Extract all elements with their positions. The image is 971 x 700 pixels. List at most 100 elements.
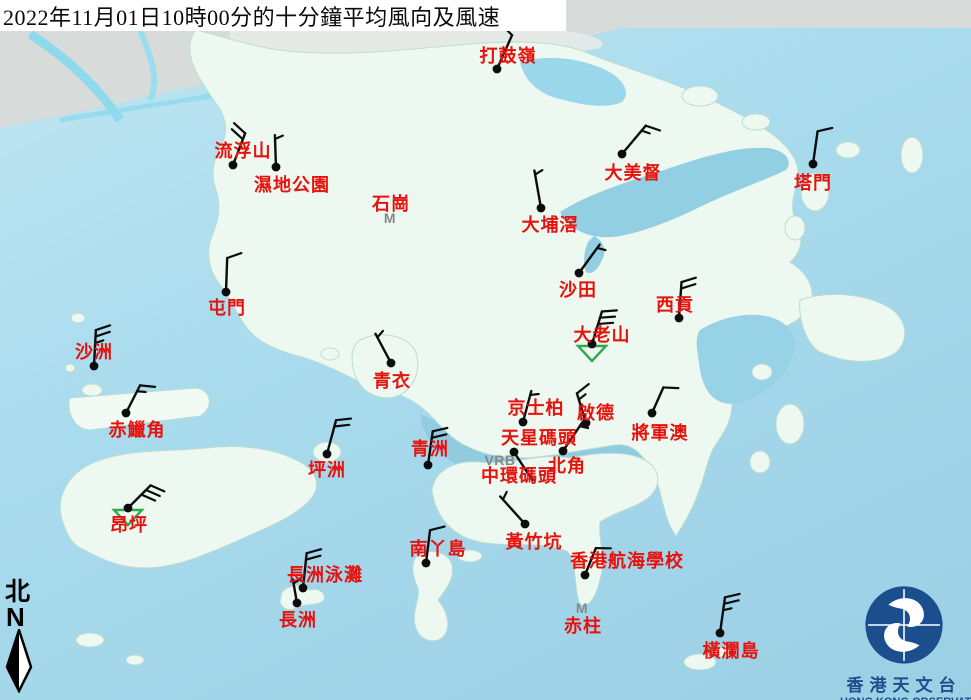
wind-barb-feather-lamma-island: [430, 527, 445, 531]
hko-logo-name-zh: 香港天文台: [840, 671, 968, 696]
hko-logo-block: 香港天文台 HONG KONG OBSERVATORY: [840, 586, 968, 700]
station-tai-po-kau: [534, 170, 545, 212]
wind-barb-stem-green-island: [428, 431, 433, 465]
station-dot-star-ferry: [510, 448, 519, 457]
station-wong-chuk-hang: [500, 492, 529, 529]
station-dot-hk-sea-school: [581, 571, 590, 580]
station-lau-fau-shan: [229, 123, 246, 169]
wind-barb-feather-tates-cairn: [600, 317, 615, 318]
wind-barb-stem-wong-chuk-hang: [500, 497, 525, 524]
station-tseung-kwan-o: [648, 387, 679, 417]
wind-barb-feather-cheung-chau-beach: [306, 556, 320, 560]
wind-barb-feather-tuen-mun: [227, 253, 241, 258]
station-dot-ta-kwu-ling: [493, 65, 502, 74]
station-tates-cairn: [578, 310, 617, 361]
wind-barb-feather-sha-chau: [96, 332, 110, 337]
station-sha-tin: [575, 245, 606, 278]
station-dot-tuen-mun: [222, 288, 231, 297]
station-tsing-yi: [376, 331, 396, 367]
map-title: 2022年11月01日10時00分的十分鐘平均風向及風速: [0, 0, 500, 32]
wind-barb-stem-tates-cairn: [592, 311, 602, 344]
station-dot-waglan-island: [716, 629, 725, 638]
station-kai-tak: [577, 384, 590, 427]
station-dot-tap-mun: [809, 160, 818, 169]
station-dot-lamma-island: [422, 559, 431, 568]
station-peng-chau: [323, 419, 351, 459]
wind-barb-feather-sai-kung: [682, 278, 696, 282]
wind-barb-feather-sha-chau: [96, 325, 110, 330]
station-dot-peng-chau: [323, 450, 332, 459]
wind-barb-stem-ta-kwu-ling: [497, 35, 512, 69]
wind-barb-feather-green-island: [432, 434, 447, 437]
wind-barb-stem-peng-chau: [327, 420, 336, 454]
station-dot-sai-kung: [675, 314, 684, 323]
wind-barb-feather-tai-po-kau: [535, 170, 542, 174]
station-cheung-chau-beach: [299, 549, 322, 592]
station-chek-lap-kok: [122, 385, 155, 417]
wind-barbs-layer: [0, 0, 971, 700]
wind-barb-stem-lamma-island: [426, 530, 430, 563]
wind-barb-feather-tates-cairn: [598, 323, 613, 324]
wind-barb-stem-star-ferry: [514, 452, 533, 481]
station-star-ferry: [510, 448, 533, 481]
station-green-island: [424, 428, 448, 470]
station-dot-cheung-chau-beach: [299, 584, 308, 593]
station-dot-sha-tin: [575, 269, 584, 278]
station-tuen-mun: [222, 253, 242, 296]
station-dot-lau-fau-shan: [229, 161, 238, 170]
wind-barb-feather-waglan-island: [725, 594, 740, 597]
wind-barb-feather-wetland-park: [275, 136, 283, 139]
station-dot-ngong-ping: [124, 504, 133, 513]
station-dot-tates-cairn: [588, 340, 597, 349]
wind-barb-stem-sha-tin: [579, 245, 600, 273]
wind-barb-stem-lau-fau-shan: [233, 133, 245, 165]
station-kings-park: [519, 391, 539, 426]
wind-barb-feather-kai-tak: [579, 394, 586, 399]
station-north-point: [559, 423, 588, 456]
wind-barb-feather-wong-chuk-hang: [503, 492, 507, 500]
hko-logo-name-en: HONG KONG OBSERVATORY: [840, 696, 968, 700]
station-dot-sha-chau: [90, 362, 99, 371]
wind-barb-feather-peng-chau: [336, 419, 351, 421]
station-hk-sea-school: [581, 548, 611, 579]
wind-barb-feather-sha-tin: [597, 248, 605, 250]
hko-logo-icon: [865, 586, 943, 664]
wind-barb-feather-waglan-island: [724, 600, 739, 603]
station-waglan-island: [716, 594, 740, 637]
wind-barb-stem-tai-po-kau: [534, 171, 541, 208]
wind-barb-feather-tates-cairn: [602, 310, 617, 311]
station-tai-mei-tuk: [618, 126, 660, 159]
station-dot-kings-park: [519, 418, 528, 427]
station-dot-green-island: [424, 461, 433, 470]
station-dot-tsing-yi: [387, 359, 396, 368]
north-arrow-icon: [2, 629, 36, 693]
wind-barb-feather-kai-tak: [577, 384, 589, 393]
wind-barb-feather-ngong-ping: [141, 495, 155, 501]
station-ta-kwu-ling: [493, 25, 512, 74]
station-dot-wetland-park: [272, 163, 281, 172]
station-wetland-park: [272, 135, 283, 171]
station-dot-tai-mei-tuk: [618, 150, 627, 159]
wind-barb-stem-cheung-chau-beach: [303, 553, 307, 588]
wind-barb-feather-tai-mei-tuk: [642, 131, 650, 134]
wind-barb-feather-sai-kung: [681, 284, 695, 288]
north-compass: 北 N: [2, 580, 42, 698]
station-sai-kung: [675, 278, 696, 323]
station-sha-chau: [90, 325, 111, 370]
wind-barb-feather-chek-lap-kok: [140, 385, 155, 387]
wind-barb-feather-peng-chau: [334, 425, 349, 427]
station-ngong-ping: [114, 485, 164, 525]
station-dot-cheung-chau: [293, 599, 302, 608]
wind-map-stage: 打鼓嶺流浮山濕地公園石崗M大美督塔門大埔滘沙田屯門西貢沙洲大老山青衣赤鱲角坪洲青…: [0, 0, 971, 700]
station-dot-tseung-kwan-o: [648, 409, 657, 418]
wind-barb-feather-tap-mun: [818, 128, 833, 131]
wind-barb-feather-kings-park: [530, 394, 538, 395]
wind-barb-feather-cheung-chau: [294, 579, 301, 583]
wind-barb-stem-tuen-mun: [226, 258, 227, 292]
wind-barb-stem-chek-lap-kok: [126, 385, 140, 413]
station-dot-tai-po-kau: [537, 204, 546, 213]
wind-barb-feather-tsing-yi: [377, 331, 383, 337]
station-dot-north-point: [559, 447, 568, 456]
wind-barb-feather-ngong-ping: [146, 490, 160, 496]
wind-barb-feather-tai-mei-tuk: [646, 126, 660, 131]
